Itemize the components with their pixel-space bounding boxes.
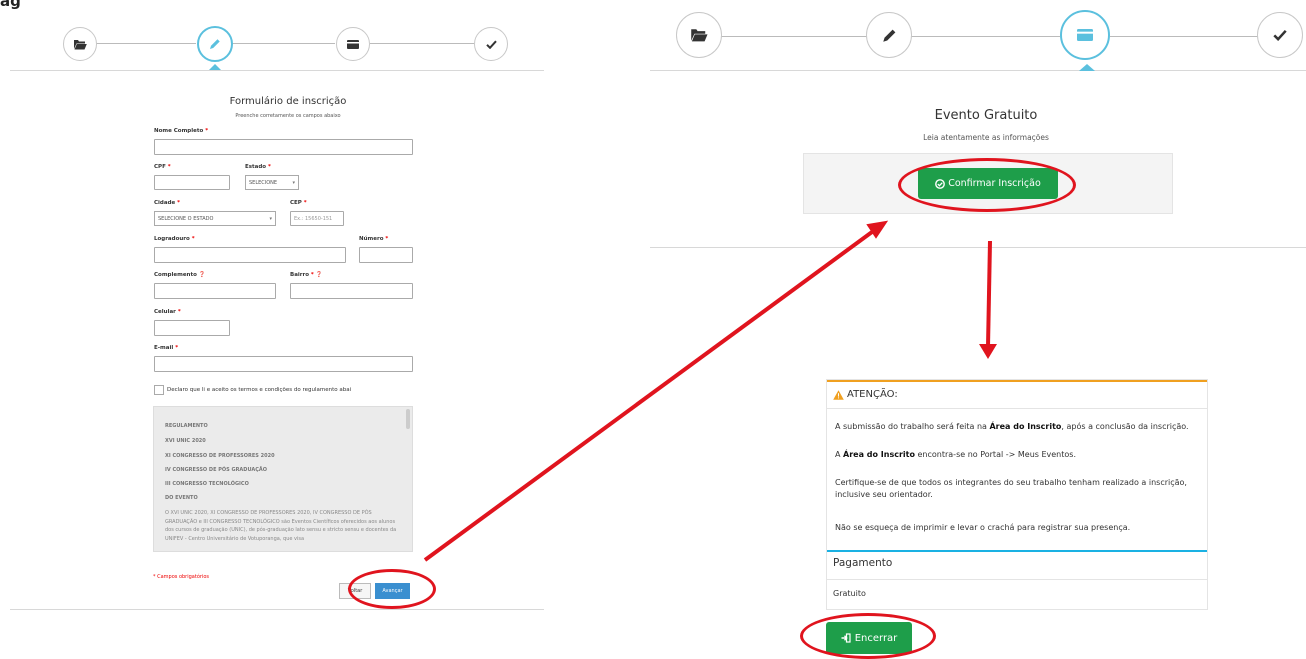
arrow-diagonal — [423, 220, 889, 562]
annotation-arrows — [423, 220, 997, 562]
arrow-down — [979, 240, 997, 359]
